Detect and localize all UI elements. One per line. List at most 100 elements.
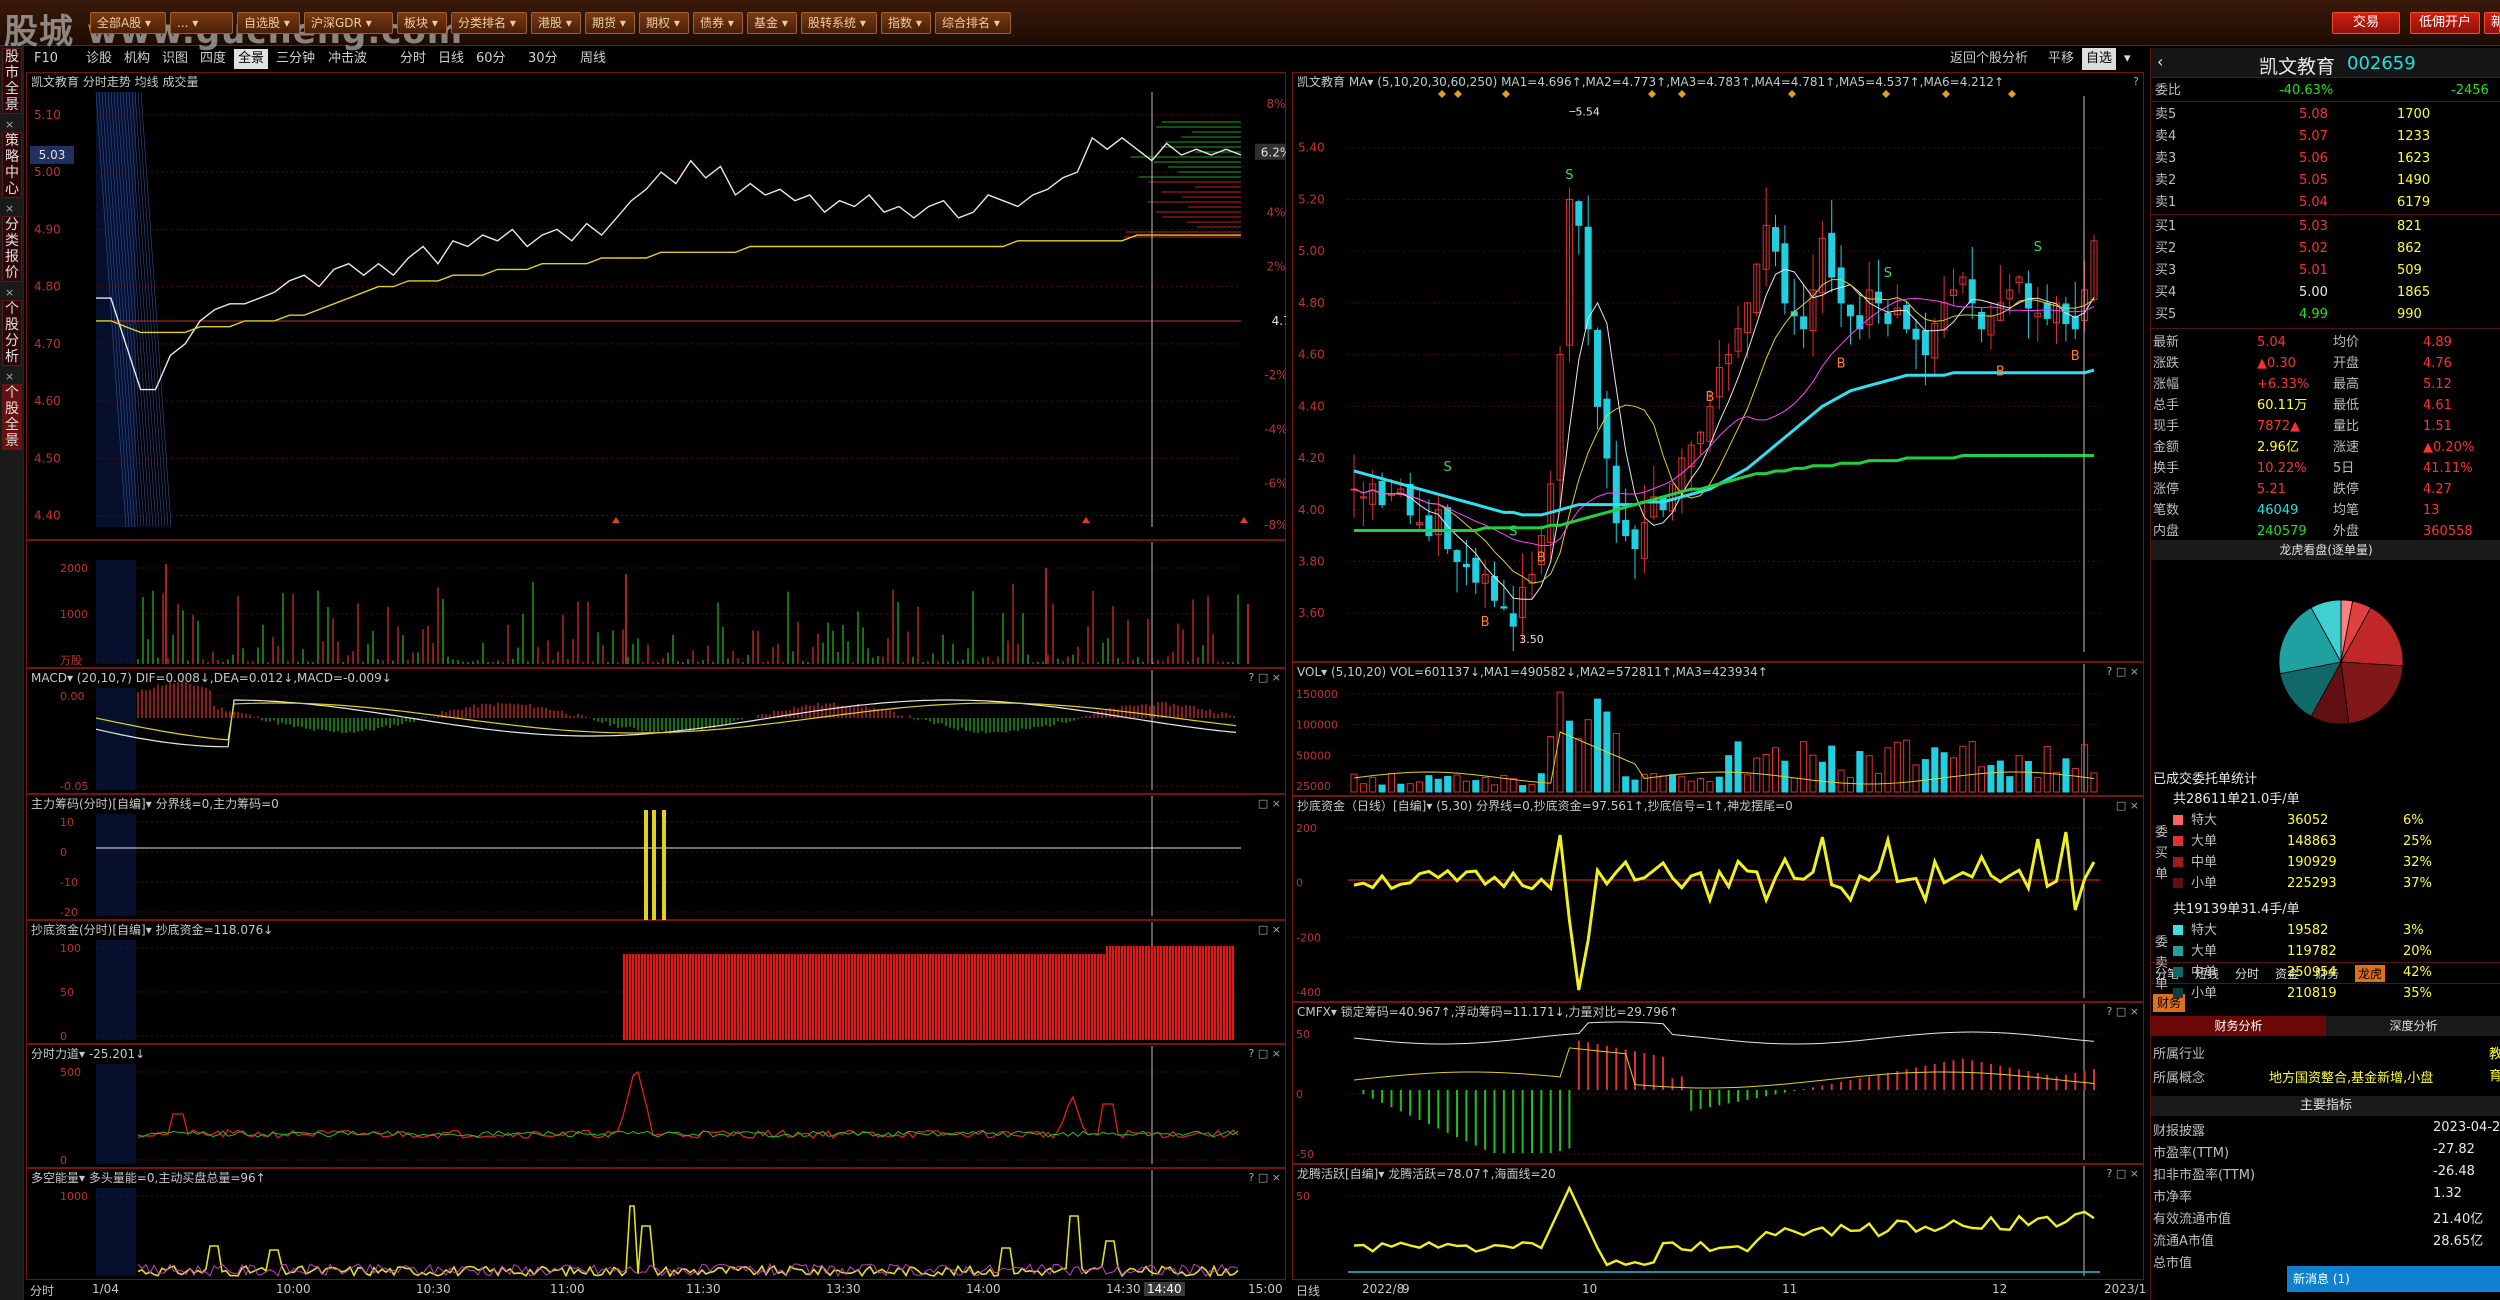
period-tab-2[interactable]: 60分 [472,48,510,70]
candle-body [1884,312,1892,325]
daily-kline-chart[interactable]: 5.40 5.20 5.00 4.80 4.60 4.40 4.20 4.00 3.80 3.60… [1292,72,2144,662]
y-tick-label: 150000 [1296,688,1338,701]
industry-label: 所属行业 [2153,1047,2206,1062]
news-popup[interactable]: 新消息 (1) [2287,1266,2500,1292]
toolbar-button[interactable]: 指数 ▾ [881,12,931,34]
vtab-strategy-center[interactable]: 策略中心 [2,132,22,198]
trade-button[interactable]: 交易 [2332,12,2400,34]
chevron-left-icon[interactable]: ‹ [2157,52,2163,71]
toolbar-button[interactable]: 全部A股 ▾ [90,12,166,34]
stat-row: 内盘 240579 外盘 360558 [2151,521,2500,543]
vtab-stock-panorama[interactable]: 个股全景 [2,384,22,450]
daily-bottom-fishing-chart[interactable]: 200 0 -200 -400 [1292,796,2144,1002]
intraday-volume-chart[interactable]: 2000 1000 万股 [26,540,1286,668]
deep-analysis-button[interactable]: 深度分析 [2326,1016,2500,1036]
tab-4[interactable]: 四度 [196,48,230,70]
news-button[interactable]: 新闻 [2484,12,2500,34]
bottom-fishing-chart[interactable]: 100 50 0 [26,920,1286,1044]
intraday-force-chart[interactable]: 500 0 [26,1044,1286,1168]
fin-value: 28.65亿 [2433,1234,2484,1249]
right-tab-links: 返回个股分析 平移 自选 ▾ [1950,48,2150,70]
buy-size-label: 特大 [2191,813,2218,828]
intraday-macd-chart[interactable]: 0.00 -0.05 [26,668,1286,794]
dragon-active-line [1353,1185,2095,1267]
vtab-market-panorama[interactable]: 股市全景 [2,48,22,114]
period-tab-0[interactable]: 分时 [396,48,430,70]
finance-analysis-button[interactable]: 财务分析 [2151,1016,2326,1036]
vtab-stock-analysis[interactable]: 个股分析 [2,300,22,366]
toolbar-button[interactable]: 期货 ▾ [585,12,635,34]
pct-tick-label: -8% [1264,518,1286,532]
top-toolbar: 股城 www.gucheng.com 全部A股 ▾... ▾ 自选股 ▾ 沪深GDR… [0,0,2500,52]
buy-size-pct: 6% [2403,813,2424,828]
sell-size-pct: 3% [2403,923,2424,938]
low-price-label: 3.50 [1519,633,1544,646]
dragon-active-chart[interactable]: 50 [1292,1164,2144,1280]
tab-2[interactable]: 机构 [120,48,154,70]
tab-1[interactable]: 诊股 [82,48,116,70]
back-to-analysis-link[interactable]: 返回个股分析 [1950,48,2028,70]
premarket-shade [96,1188,136,1276]
close-icon[interactable]: × [5,370,14,383]
trade-signal: B [1996,364,2005,379]
y-tick-label: -20 [60,906,78,919]
long-short-energy-chart[interactable]: 1000 [26,1168,1286,1280]
toolbar-button[interactable]: 板块 ▾ [397,12,447,34]
stat-row-cell: 涨幅 [2153,377,2180,392]
toolbar-button[interactable]: 分类排名 ▾ [451,12,527,34]
toolbar-button[interactable]: 债券 ▾ [693,12,743,34]
price-tick-label: 4.40 [1298,399,1325,413]
close-icon[interactable]: × [5,118,14,131]
tab-6[interactable]: 三分钟 [272,48,319,70]
tab-3[interactable]: 识图 [158,48,192,70]
candle-body [1837,267,1845,304]
toolbar-button[interactable]: ... ▾ [170,12,233,34]
stat-row-cell: 涨停 [2153,482,2180,497]
subtab[interactable]: 龙虎 [2355,965,2386,982]
toolbar-button[interactable]: 股转系统 ▾ [801,12,877,34]
pct-tick-label: 8% [1266,97,1285,111]
stat-row-cell: 4.76 [2423,356,2452,371]
stat-row-cell: 量比 [2333,419,2360,434]
period-tab-3[interactable]: 30分 [524,48,562,70]
main-chips-chart[interactable]: 10 0 -10 -20 [26,794,1286,920]
toolbar-button[interactable]: 基金 ▾ [747,12,797,34]
toolbar-button[interactable]: 沪深GDR ▾ [304,12,393,34]
candle-body [2071,316,2079,330]
tab-7[interactable]: 冲击波 [324,48,371,70]
toolbar-button[interactable]: 综合排名 ▾ [935,12,1011,34]
toolbar-button[interactable]: 港股 ▾ [531,12,581,34]
vtab-category-quotes[interactable]: 分类报价 [2,216,22,282]
close-icon[interactable]: × [5,286,14,299]
sell-level-cell: 1233 [2397,129,2431,144]
chevron-down-icon[interactable]: ▾ [2124,48,2131,70]
volume-bar [1565,720,1573,793]
stat-row-cell: 笔数 [2153,503,2180,518]
fin-value: 2023-04-28 [2433,1120,2500,1135]
intraday-chart[interactable]: 5.10 5.00 4.90 4.80 4.70 4.60 4.50 4.40 4.74 8% 6.… [26,72,1286,540]
cmfx-chart[interactable]: 50 0 -50 [1292,1002,2144,1164]
event-marker [1454,90,1462,98]
sell-level: 卖3 5.06 1623 [2151,148,2500,170]
period-tab-4[interactable]: 周线 [576,48,610,70]
period-tab-1[interactable]: 日线 [434,48,468,70]
subtab[interactable]: 分时 [2235,965,2259,982]
daily-volume-chart[interactable]: 150000 100000 50000 25000 [1292,662,2144,796]
volume-bar [2024,760,2032,793]
tab-5[interactable]: 全景 [234,49,269,69]
candle-body [1603,398,1611,459]
volume-bar [1369,776,1377,793]
y-tick-label: 25000 [1296,780,1331,793]
volume-bar [2006,776,2014,793]
buy-size-pct: 25% [2403,834,2432,849]
tab-0[interactable]: F10 [30,48,62,70]
close-icon[interactable]: × [5,202,14,215]
fund-line [1353,831,2096,991]
toolbar-button[interactable]: 自选股 ▾ [237,12,300,34]
toolbar-button[interactable]: 期权 ▾ [639,12,689,34]
legend-swatch [2173,946,2183,956]
open-account-button[interactable]: 低佣开户 [2410,12,2480,34]
pan-button[interactable]: 平移 [2048,48,2074,70]
watchlist-dropdown[interactable]: 自选 [2082,48,2117,70]
intraday-time-axis: 分时 1/04 10:00 10:30 11:00 11:30 13:30 14:00 14:3… [26,1280,1286,1300]
